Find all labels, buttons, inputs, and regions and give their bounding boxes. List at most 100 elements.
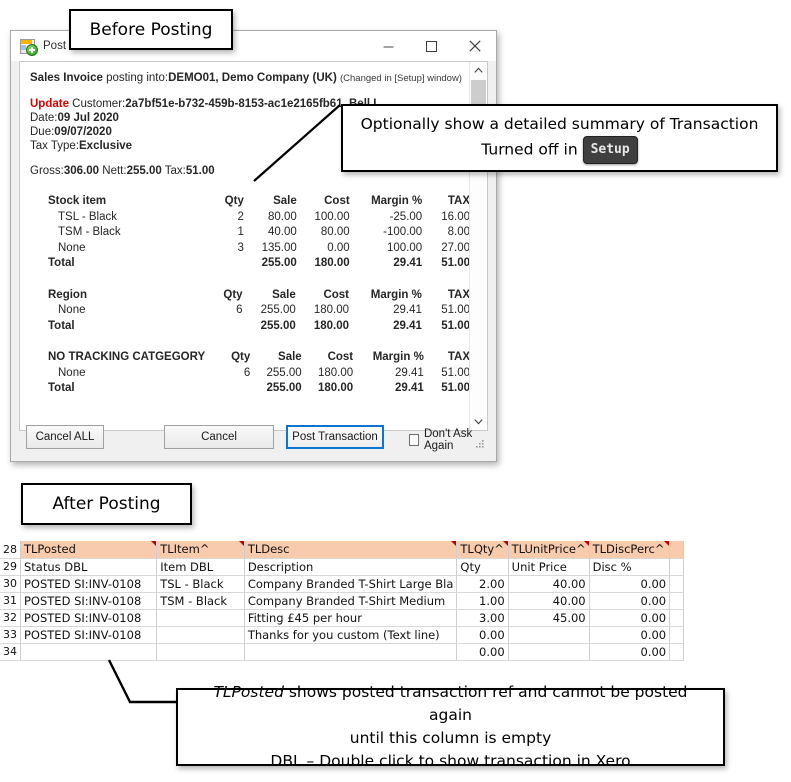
row-number[interactable]: 30 <box>0 575 21 593</box>
header-cell-tlunitprice[interactable]: TLUnitPrice^ <box>508 541 590 559</box>
callout-optional-line2: Turned off in Setup <box>361 136 759 164</box>
cell-posted[interactable]: POSTED SI:INV-0108 <box>20 575 158 593</box>
callout-bottom-line2: until this column is empty <box>349 729 552 747</box>
cell-tax: 51.00 <box>441 366 470 379</box>
cell-total-tax: 51.00 <box>441 257 470 269</box>
cell-unit-price[interactable]: 40.00 <box>508 575 590 593</box>
cell-total-label: Total <box>48 257 75 269</box>
minimize-icon[interactable] <box>367 31 410 61</box>
posting-header-line: Sales Invoice posting into:DEMO01, Demo … <box>30 71 470 86</box>
tlposted-rest: shows posted transaction ref and cannot … <box>283 683 688 724</box>
cell-qty[interactable]: 0.00 <box>456 626 509 644</box>
col-header-cost: Cost <box>323 288 349 301</box>
cell-margin: 29.41 <box>393 304 422 316</box>
friendly-header-spare[interactable] <box>669 558 684 576</box>
cell-desc[interactable]: Thanks for you custom (Text line) <box>244 626 458 644</box>
header-cell-tlqty[interactable]: TLQty^ <box>456 541 509 559</box>
checkbox-box[interactable] <box>409 434 419 446</box>
header-cell-tldiscperc[interactable]: TLDiscPerc^ <box>589 541 671 559</box>
cell-desc[interactable] <box>244 643 458 661</box>
cell-spare[interactable] <box>669 626 684 644</box>
col-header-qty: Qty <box>224 195 244 207</box>
header-cell-spare[interactable] <box>669 541 684 559</box>
cell-desc[interactable]: Fitting £45 per hour <box>244 609 458 627</box>
table-row: TSM - Black 1 40.00 80.00 -100.00 8.00 <box>48 225 470 241</box>
friendly-header-description[interactable]: Description <box>244 558 458 576</box>
cell-item[interactable]: TSM - Black <box>156 592 245 610</box>
cell-total-margin: 29.41 <box>395 382 424 394</box>
cell-total-qty <box>197 319 242 335</box>
cancel-all-button[interactable]: Cancel ALL <box>26 425 104 449</box>
row-number[interactable]: 31 <box>0 592 21 610</box>
customer-label: Customer: <box>68 98 126 110</box>
cell-unit-price[interactable]: 40.00 <box>508 592 590 610</box>
col-header-qty: Qty <box>223 288 243 301</box>
cell-spare[interactable] <box>669 609 684 627</box>
post-transaction-button[interactable]: Post Transaction <box>286 425 384 449</box>
cell-unit-price[interactable] <box>508 643 590 661</box>
cell-qty[interactable]: 2.00 <box>456 575 509 593</box>
callout-tlposted-explanation: TLPosted shows posted transaction ref an… <box>176 683 725 770</box>
region-summary-table: Region Qty Sale Cost Margin % TAX None 6… <box>48 288 470 335</box>
date-label: Date: <box>30 112 58 124</box>
cell-qty[interactable]: 3.00 <box>456 609 509 627</box>
cell-unit-price[interactable]: 45.00 <box>508 609 590 627</box>
cell-disc[interactable]: 0.00 <box>589 609 671 627</box>
cell-disc[interactable]: 0.00 <box>589 592 671 610</box>
row-number[interactable]: 28 <box>0 541 21 559</box>
cell-posted[interactable]: POSTED SI:INV-0108 <box>20 626 158 644</box>
cell-item[interactable] <box>156 626 245 644</box>
resize-grip-icon[interactable] <box>474 438 485 449</box>
cell-posted[interactable]: POSTED SI:INV-0108 <box>20 592 158 610</box>
cell-desc[interactable]: Company Branded T-Shirt Medium <box>244 592 458 610</box>
cell-disc[interactable]: 0.00 <box>589 643 671 661</box>
header-cell-tlposted[interactable]: TLPosted <box>20 541 158 559</box>
cell-disc[interactable]: 0.00 <box>589 626 671 644</box>
cell-qty[interactable]: 1.00 <box>456 592 509 610</box>
table-header-row: NO TRACKING CATGEGORY Qty Sale Cost Marg… <box>48 350 470 366</box>
friendly-header-status[interactable]: Status DBL <box>20 558 158 576</box>
cell-item[interactable]: TSL - Black <box>156 575 245 593</box>
cell-item[interactable] <box>156 609 245 627</box>
tax-label: Tax: <box>164 165 186 177</box>
cell-disc[interactable]: 0.00 <box>589 575 671 593</box>
friendly-header-qty[interactable]: Qty <box>456 558 509 576</box>
cell-unit-price[interactable] <box>508 626 590 644</box>
cell-cost: 80.00 <box>320 226 350 238</box>
header-cell-tldesc[interactable]: TLDesc <box>244 541 458 559</box>
cell-qty[interactable]: 0.00 <box>456 643 509 661</box>
friendly-header-unit-price[interactable]: Unit Price <box>508 558 590 576</box>
cell-spare[interactable] <box>669 592 684 610</box>
cell-tax: 16.00 <box>441 210 470 223</box>
cell-group: TSM - Black <box>58 226 121 238</box>
col-header-tax: TAX <box>447 288 470 301</box>
maximize-icon[interactable] <box>410 31 453 61</box>
friendly-header-disc[interactable]: Disc % <box>589 558 671 576</box>
callout-optional-line1: Optionally show a detailed summary of Tr… <box>360 115 759 133</box>
scroll-up-icon[interactable] <box>470 62 487 79</box>
row-number[interactable]: 32 <box>0 609 21 627</box>
cell-desc[interactable]: Company Branded T-Shirt Large Bla <box>244 575 458 593</box>
cell-total-margin: 29.41 <box>393 319 422 332</box>
col-header-margin: Margin % <box>372 351 424 363</box>
close-icon[interactable] <box>453 31 496 61</box>
posting-into-label: posting into: <box>102 72 169 84</box>
date-value: 09 Jul 2020 <box>57 112 119 124</box>
cancel-button[interactable]: Cancel <box>164 425 274 449</box>
cell-spare[interactable] <box>669 643 684 661</box>
cell-spare[interactable] <box>669 575 684 593</box>
cell-posted[interactable]: POSTED SI:INV-0108 <box>20 609 158 627</box>
cell-sale: 40.00 <box>267 226 297 238</box>
header-cell-tlitem[interactable]: TLItem^ <box>156 541 245 559</box>
setup-note: (Changed in [Setup] window) <box>339 73 462 84</box>
cell-total-cost: 180.00 <box>317 382 354 394</box>
row-number[interactable]: 33 <box>0 626 21 644</box>
cell-total-qty <box>207 381 250 397</box>
friendly-header-item[interactable]: Item DBL <box>156 558 245 576</box>
spreadsheet-table: 28 TLPosted TLItem^ TLDesc TLQty^ TLUnit… <box>0 541 684 661</box>
col-header-group: Stock item <box>48 195 107 207</box>
stock-item-summary-table: Stock item Qty Sale Cost Margin % TAX TS… <box>48 194 470 272</box>
row-number[interactable]: 29 <box>0 558 21 576</box>
row-number[interactable]: 34 <box>0 643 21 661</box>
screenshot-stage: Post No Sales Invoice posting into:DEMO0… <box>0 0 791 782</box>
